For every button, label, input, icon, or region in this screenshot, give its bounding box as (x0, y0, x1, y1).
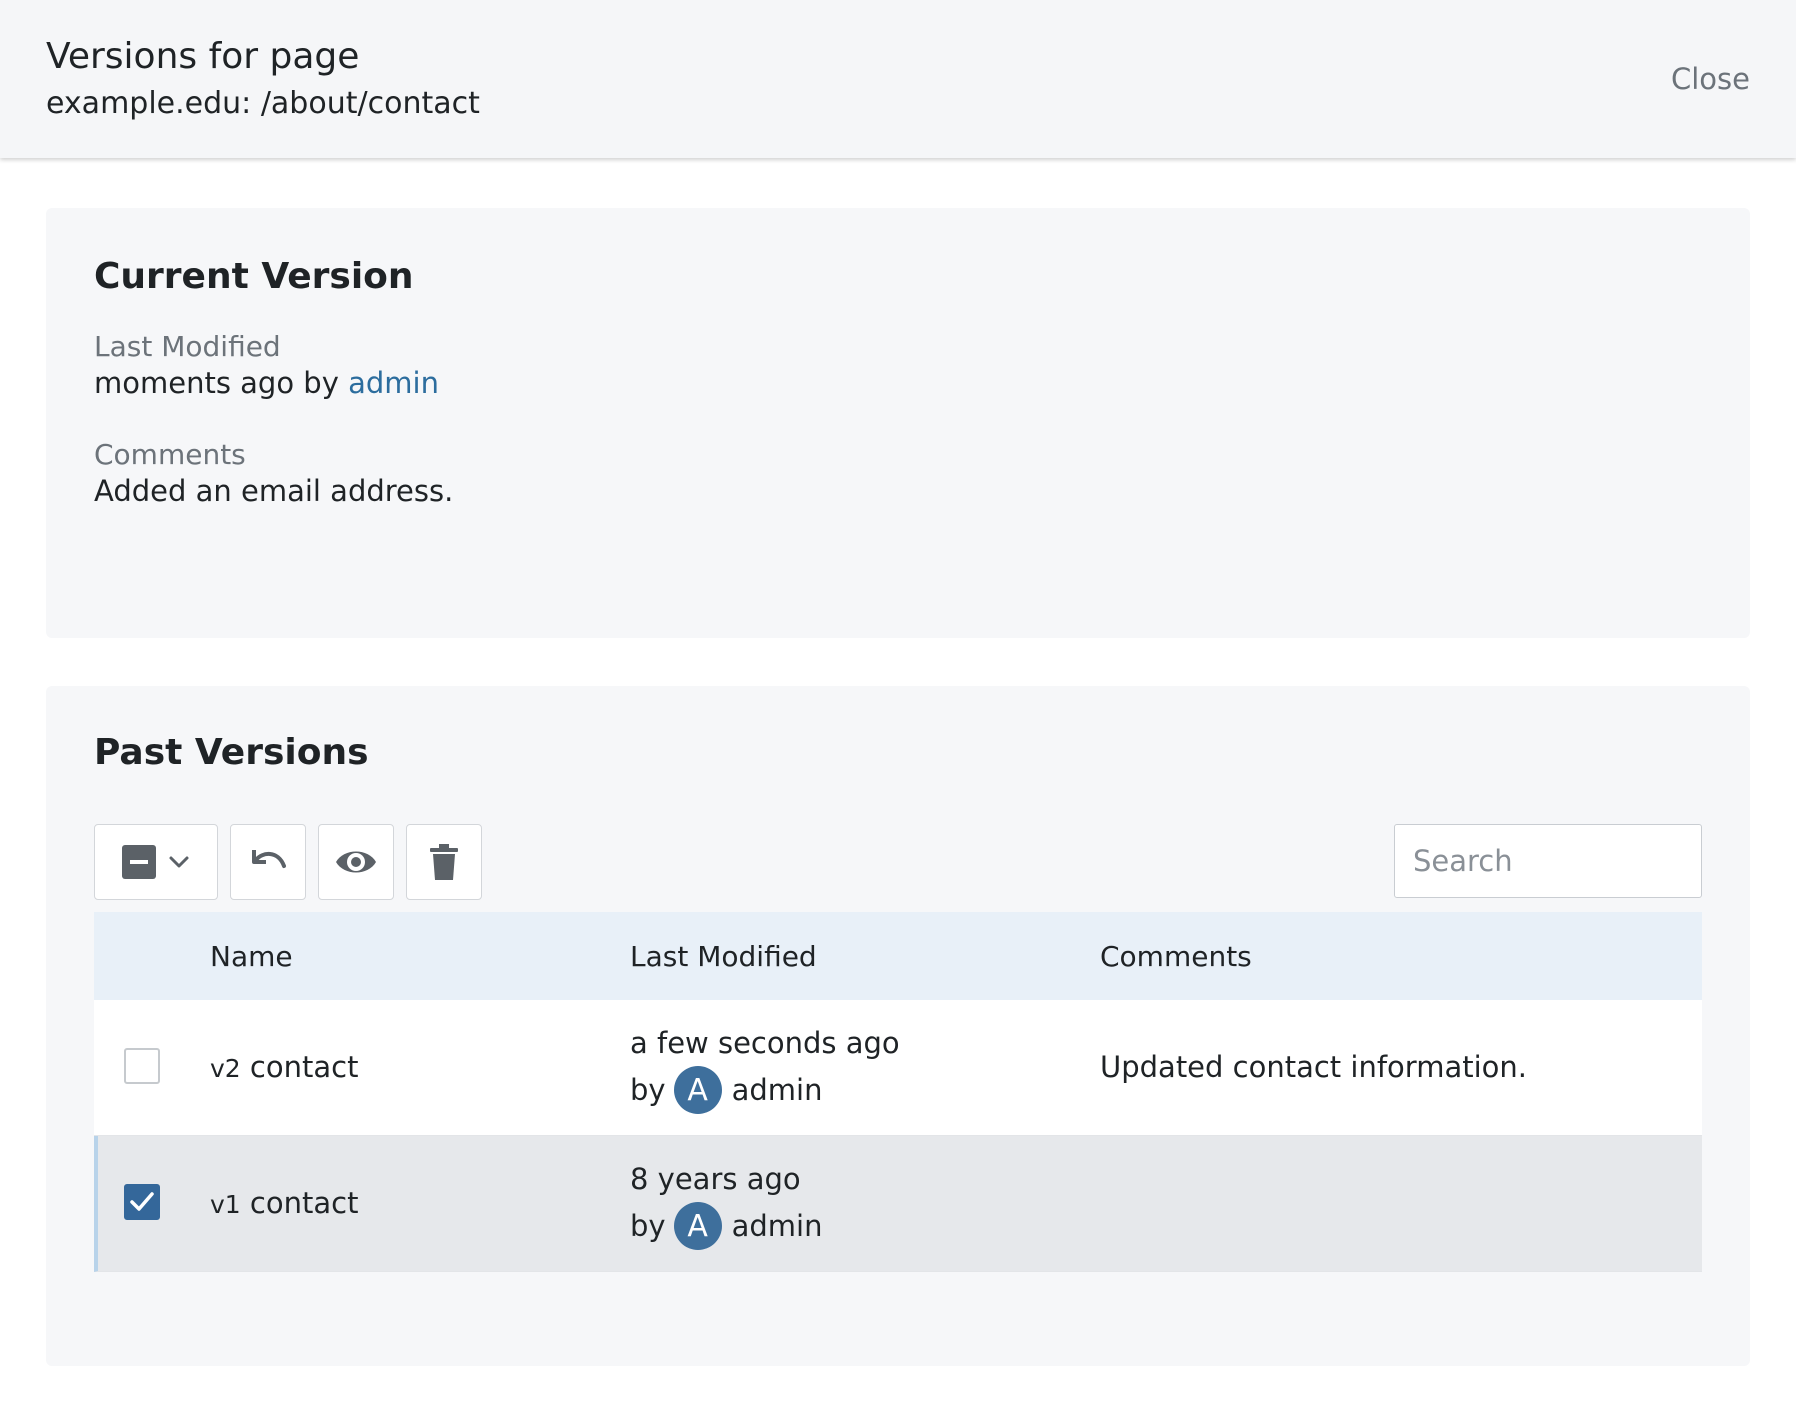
undo-icon (246, 844, 290, 880)
bulk-select-button[interactable] (94, 824, 218, 900)
version-name: v2 contact (210, 1050, 358, 1084)
avatar: A (673, 1202, 722, 1250)
chevron-down-icon (167, 850, 191, 874)
modified-time: a few seconds ago (630, 1026, 900, 1060)
row-checkbox[interactable] (124, 1184, 160, 1220)
minus-square-icon (121, 844, 157, 880)
modal-header: Versions for page example.edu: /about/co… (0, 0, 1796, 158)
modified-by-user: admin (731, 1073, 823, 1107)
column-header-name[interactable]: Name (210, 940, 293, 973)
version-comment: Updated contact information. (1100, 1050, 1527, 1084)
column-header-comments[interactable]: Comments (1100, 940, 1252, 973)
page-path: example.edu: /about/contact (46, 86, 480, 121)
comments-value: Added an email address. (94, 474, 454, 508)
checkmark-icon (130, 1191, 154, 1213)
close-button[interactable]: Close (1671, 62, 1750, 96)
modified-by: by A admin (630, 1202, 822, 1250)
version-number: v2 (210, 1054, 241, 1083)
author-link[interactable]: admin (348, 366, 439, 400)
table-row[interactable]: v1 contact 8 years ago by A admin (94, 1136, 1702, 1272)
column-header-last-modified[interactable]: Last Modified (630, 940, 817, 973)
search-input[interactable] (1394, 824, 1702, 898)
past-versions-heading: Past Versions (94, 732, 369, 773)
by-label: by (630, 1073, 666, 1107)
modified-by-user: admin (731, 1209, 823, 1243)
version-number: v1 (210, 1190, 241, 1219)
restore-button[interactable] (230, 824, 306, 900)
last-modified-label: Last Modified (94, 330, 281, 363)
current-version-panel: Current Version Last Modified moments ag… (46, 208, 1750, 638)
versions-table: Name Last Modified Comments v2 contact a… (94, 912, 1702, 1272)
modal-title: Versions for page (46, 36, 360, 77)
version-title: contact (249, 1050, 359, 1084)
delete-button[interactable] (406, 824, 482, 900)
last-modified-text: moments ago by (94, 366, 349, 400)
modified-time: 8 years ago (630, 1162, 801, 1196)
by-label: by (630, 1209, 666, 1243)
modified-by: by A admin (630, 1066, 822, 1114)
table-row[interactable]: v2 contact a few seconds ago by A admin … (94, 1000, 1702, 1136)
version-name: v1 contact (210, 1186, 358, 1220)
current-version-heading: Current Version (94, 256, 414, 297)
row-checkbox[interactable] (124, 1048, 160, 1084)
last-modified-value: moments ago by admin (94, 366, 439, 400)
avatar: A (673, 1066, 722, 1114)
version-title: contact (249, 1186, 359, 1220)
trash-icon (429, 843, 459, 881)
past-versions-panel: Past Versions Name Last Modified Comment… (46, 686, 1750, 1366)
preview-button[interactable] (318, 824, 394, 900)
table-header: Name Last Modified Comments (94, 912, 1702, 1000)
comments-label: Comments (94, 438, 246, 471)
eye-icon (334, 846, 378, 878)
